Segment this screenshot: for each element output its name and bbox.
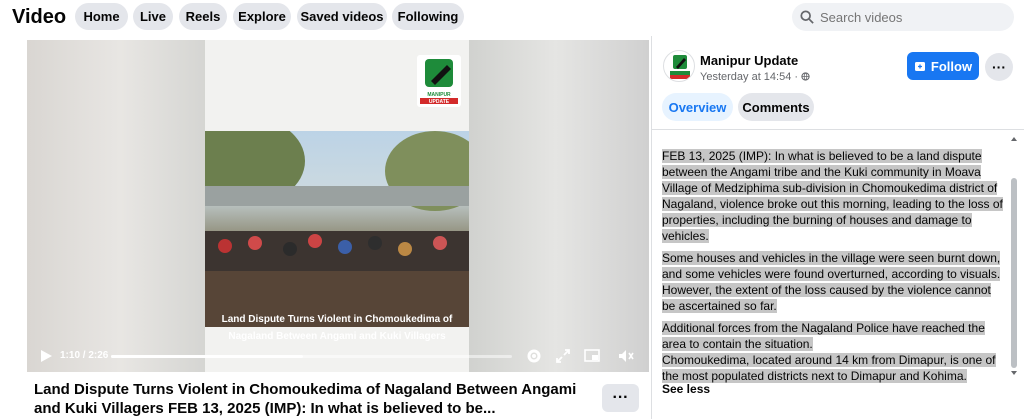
description-paragraph: Additional forces from the Nagaland Poli… (662, 321, 985, 351)
nav-saved-videos[interactable]: Saved videos (297, 3, 387, 30)
nav-live[interactable]: Live (133, 3, 173, 30)
nav-explore[interactable]: Explore (233, 3, 291, 30)
scroll-down-icon[interactable] (1011, 370, 1017, 376)
video-title: Land Dispute Turns Violent in Chomoukedi… (34, 381, 577, 417)
video-controls: 1:10 / 2:26 (27, 342, 649, 372)
description-paragraph: Some houses and vehicles in the village … (662, 251, 1001, 313)
tab-overview[interactable]: Overview (662, 93, 733, 121)
search-icon (800, 10, 814, 24)
avatar[interactable] (663, 50, 695, 82)
see-less-link[interactable]: See less (662, 382, 710, 396)
miniplayer-icon[interactable] (583, 347, 601, 365)
nav-reels[interactable]: Reels (179, 3, 227, 30)
search-input[interactable] (820, 9, 1000, 25)
posted-time: Yesterday at 14:54 · (700, 71, 810, 83)
page-name[interactable]: Manipur Update (700, 53, 798, 68)
page-more-button[interactable]: ··· (985, 53, 1013, 81)
search-box[interactable] (792, 3, 1014, 31)
top-bar: Video Home Live Reels Explore Saved vide… (0, 0, 1024, 36)
follow-label: Follow (930, 58, 973, 74)
settings-icon[interactable] (525, 347, 543, 365)
page-title: Video (12, 6, 67, 28)
details-panel: Manipur Update Yesterday at 14:54 · Foll… (651, 36, 1024, 419)
nav-home[interactable]: Home (75, 3, 128, 30)
progress-fill (111, 355, 304, 358)
description-paragraph: Chomoukedima, located around 14 km from … (662, 353, 996, 383)
mute-icon[interactable] (617, 347, 635, 365)
divider (652, 129, 1024, 130)
description-paragraph: FEB 13, 2025 (IMP): In what is believed … (662, 149, 1003, 243)
expand-icon[interactable] (554, 347, 572, 365)
scroll-thumb[interactable] (1011, 178, 1017, 368)
follow-icon (914, 62, 925, 71)
video-more-button[interactable]: ··· (602, 384, 639, 412)
scroll-up-icon[interactable] (1011, 136, 1017, 142)
progress-bar[interactable] (111, 355, 512, 358)
video-time: 1:10 / 2:26 (60, 350, 109, 361)
description: FEB 13, 2025 (IMP): In what is believed … (662, 148, 1004, 390)
play-icon[interactable] (37, 347, 55, 365)
svg-text:UPDATE: UPDATE (429, 99, 450, 105)
video-scene (205, 131, 469, 327)
posted-time-text: Yesterday at 14:54 · (700, 71, 799, 83)
svg-text:MANIPUR: MANIPUR (427, 92, 451, 98)
channel-logo: MANIPUR UPDATE (417, 55, 461, 107)
nav-following[interactable]: Following (392, 3, 464, 30)
follow-button[interactable]: Follow (907, 52, 979, 80)
caption-line-1: Land Dispute Turns Violent in Chomoukedi… (221, 314, 453, 325)
scrollbar[interactable] (1011, 136, 1017, 376)
globe-icon (801, 72, 810, 81)
video-player[interactable]: MANIPUR UPDATE Land Dispute Turns Violen… (27, 40, 649, 372)
tab-comments[interactable]: Comments (738, 93, 814, 121)
